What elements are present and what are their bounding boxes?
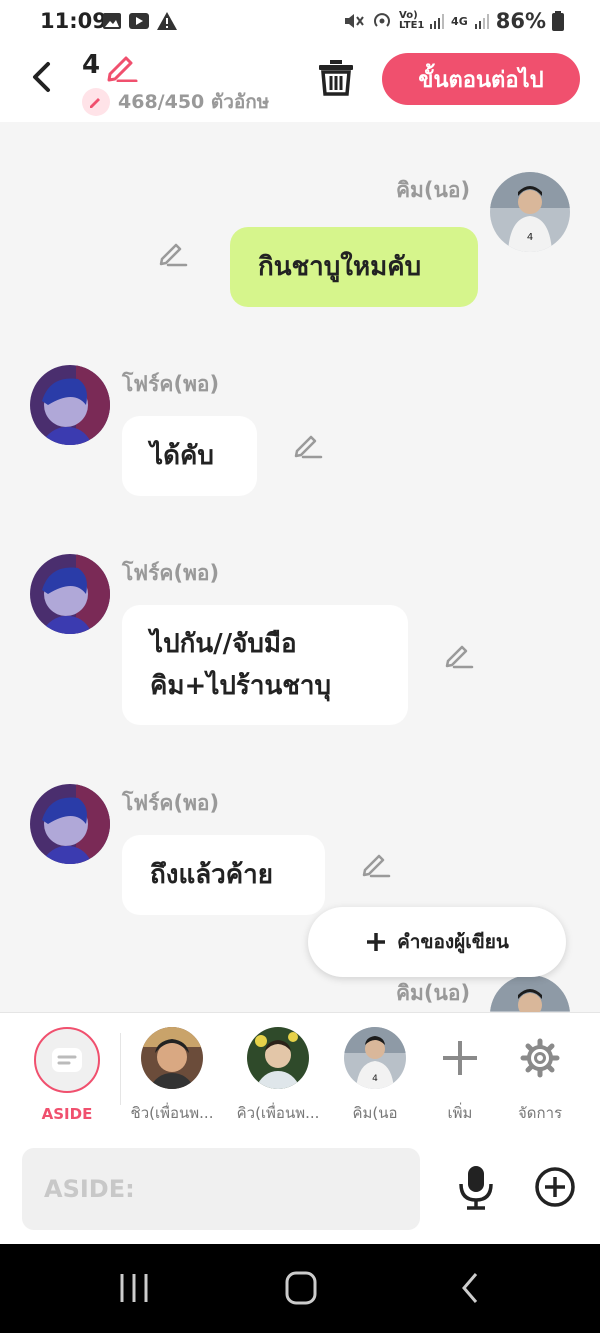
signal-icon [474, 14, 489, 29]
gear-icon [520, 1038, 560, 1078]
message-bubble[interactable]: กินชาบูใหมคับ [230, 227, 478, 307]
edit-message-icon[interactable] [293, 431, 323, 459]
aside-circle [34, 1027, 100, 1093]
pencil-icon[interactable] [106, 52, 138, 82]
status-time: 11:09 [40, 9, 107, 33]
sender-name: โฟร์ค(พอ) [122, 561, 220, 585]
plus-icon [443, 1041, 477, 1075]
aside-selector[interactable]: ASIDE [24, 1027, 110, 1123]
mute-icon [345, 14, 364, 28]
cast-member[interactable]: 4 คิม(นอ [340, 1027, 410, 1125]
back-icon[interactable] [26, 60, 60, 94]
video-icon [129, 13, 149, 29]
add-label: เพิ่ม [447, 1104, 473, 1122]
cast-member[interactable]: คิว(เพื่อนพ... [235, 1027, 321, 1125]
message-line: ไปกัน//จับมือ [150, 629, 297, 659]
home-icon[interactable] [285, 1271, 317, 1305]
chat-area[interactable]: คิม(นอ) 4 กินชาบูใหมคับ โฟร์ค(พอ) ได้คับ… [0, 122, 600, 1012]
cast-name: คิม(นอ [352, 1104, 398, 1122]
avatar[interactable] [30, 554, 110, 634]
edit-message-icon[interactable] [444, 641, 474, 669]
svg-text:4: 4 [527, 232, 533, 243]
avatar [141, 1027, 203, 1089]
avatar [247, 1027, 309, 1089]
back-nav-icon[interactable] [458, 1272, 482, 1304]
message-line: คิม+ไปร้านชาบุ [150, 671, 331, 701]
author-note-label: คำของผู้เขียน [397, 931, 509, 953]
trash-icon[interactable] [316, 58, 356, 98]
message-input[interactable] [22, 1148, 420, 1230]
message-bubble[interactable]: ถึงแล้วค้าย [122, 835, 325, 915]
network-label-1: Vo) LTE1 [399, 10, 425, 31]
gallery-icon [103, 13, 121, 29]
cast-name: คิว(เพื่อนพ... [236, 1104, 320, 1122]
author-note-button[interactable]: คำของผู้เขียน [308, 907, 566, 977]
episode-number: 4 [82, 50, 101, 80]
sender-name: โฟร์ค(พอ) [122, 791, 220, 815]
status-right: Vo) LTE1 4G 86% [343, 9, 564, 33]
system-nav-bar [0, 1244, 600, 1333]
add-circle-icon[interactable] [534, 1166, 576, 1208]
next-step-button[interactable]: ขั้นตอนต่อไป [382, 53, 580, 105]
plus-icon [367, 933, 386, 951]
sender-name: คิม(นอ) [396, 178, 471, 202]
char-count-row: 468/450 ตัวอักษ [82, 87, 269, 117]
avatar[interactable] [490, 975, 570, 1012]
aside-label: ASIDE [41, 1105, 93, 1123]
avatar[interactable]: 4 [490, 172, 570, 252]
manage-label: จัดการ [517, 1104, 563, 1122]
input-bar [0, 1136, 600, 1244]
notification-icons [102, 11, 178, 31]
char-count: 468/450 ตัวอักษ [118, 91, 270, 113]
edit-message-icon[interactable] [158, 239, 188, 267]
manage-characters-button[interactable]: จัดการ [497, 1027, 583, 1125]
signal-icon [430, 14, 445, 29]
battery-text: 86% [495, 9, 546, 33]
mic-icon[interactable] [456, 1164, 496, 1210]
sender-name: คิม(นอ) [396, 981, 471, 1005]
avatar[interactable] [30, 784, 110, 864]
message-bubble[interactable]: ไปกัน//จับมือ คิม+ไปร้านชาบุ [122, 605, 408, 725]
svg-text:4: 4 [372, 1074, 378, 1084]
edit-message-icon[interactable] [361, 850, 391, 878]
sender-name: โฟร์ค(พอ) [122, 372, 220, 396]
status-bar: 11:09 Vo) LTE1 4G 86% [0, 0, 600, 44]
character-bar: ASIDE ชิว(เพื่อนพ... คิว(เพื่อนพ... 4 คิ… [0, 1012, 600, 1138]
message-bubble[interactable]: ได้คับ [122, 416, 257, 496]
divider [120, 1033, 121, 1105]
network-label-2: 4G [451, 14, 468, 28]
battery-icon [552, 11, 564, 31]
note-icon [52, 1048, 82, 1072]
hotspot-icon [374, 13, 390, 27]
avatar: 4 [344, 1027, 406, 1089]
avatar[interactable] [30, 365, 110, 445]
cast-member[interactable]: ชิว(เพื่อนพ... [129, 1027, 215, 1125]
warning-icon [157, 12, 177, 30]
recent-apps-icon[interactable] [118, 1272, 150, 1304]
editor-header: 4 468/450 ตัวอักษ ขั้นตอนต่อไป [0, 44, 600, 122]
add-character-button[interactable]: เพิ่ม [417, 1027, 503, 1125]
pencil-icon [82, 88, 110, 116]
cast-name: ชิว(เพื่อนพ... [130, 1104, 214, 1122]
